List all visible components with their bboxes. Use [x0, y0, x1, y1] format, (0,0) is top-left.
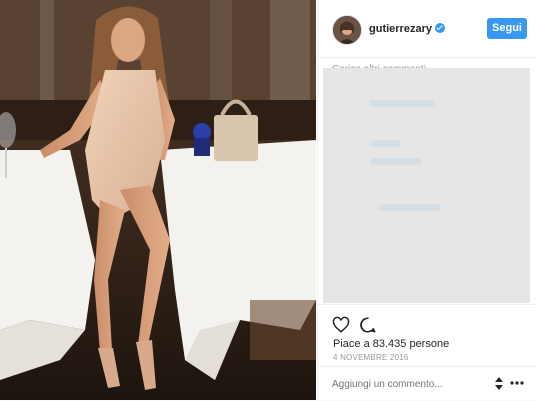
sort-arrows-icon[interactable]: [494, 377, 504, 390]
comment-bubble-icon[interactable]: [359, 316, 377, 334]
post-photo[interactable]: [0, 0, 316, 400]
more-options-icon[interactable]: [510, 381, 524, 385]
username-text: gutierrezary: [369, 23, 432, 35]
heart-icon[interactable]: [332, 316, 350, 334]
follow-button[interactable]: Segui: [487, 18, 527, 39]
verified-badge-icon: [434, 23, 445, 33]
post-sidebar: gutierrezary Segui Carica altri commenti…: [317, 0, 536, 400]
avatar-image: [333, 16, 361, 44]
avatar[interactable]: [332, 15, 362, 45]
comment-placeholder: [369, 100, 435, 107]
post-photo-image: [0, 0, 316, 400]
comment-placeholder: [371, 158, 421, 165]
likes-count[interactable]: Piace a 83.435 persone: [333, 338, 449, 350]
post-header: gutierrezary Segui: [318, 0, 536, 58]
comment-placeholder: [371, 140, 401, 147]
comment-placeholder: [379, 204, 441, 211]
post-date: 4 NOVEMBRE 2016: [333, 353, 409, 362]
comments-list: [323, 68, 530, 303]
username-link[interactable]: gutierrezary: [369, 23, 445, 35]
comment-bar: [318, 366, 536, 401]
instagram-post: gutierrezary Segui Carica altri commenti…: [0, 0, 536, 400]
comment-input[interactable]: [332, 377, 482, 391]
